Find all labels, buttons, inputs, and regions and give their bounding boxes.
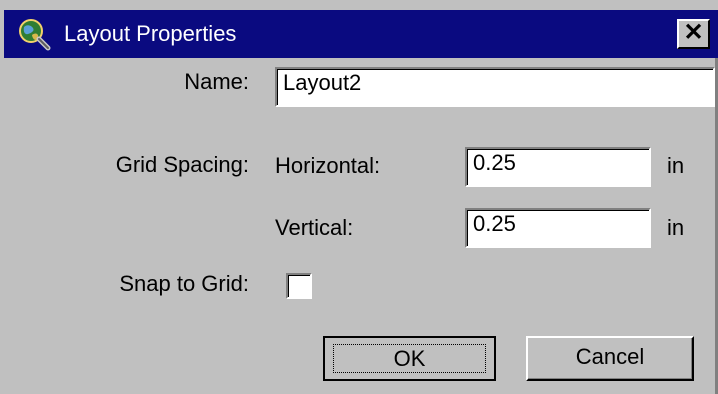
- ok-button[interactable]: OK: [323, 336, 496, 381]
- ok-label: OK: [333, 344, 486, 373]
- cancel-button[interactable]: Cancel: [526, 336, 694, 381]
- close-icon: ✕: [683, 19, 704, 46]
- layout-properties-dialog: Layout Properties ✕ Name: Layout2 Grid S…: [0, 0, 718, 394]
- globe-magnifier-icon: [19, 19, 51, 51]
- close-button[interactable]: ✕: [677, 19, 710, 49]
- name-label: Name:: [184, 69, 249, 94]
- title-bar[interactable]: Layout Properties ✕: [4, 10, 718, 58]
- vertical-unit: in: [667, 215, 685, 240]
- vertical-field[interactable]: 0.25: [465, 208, 651, 248]
- dialog-title: Layout Properties: [64, 21, 237, 46]
- horizontal-field[interactable]: 0.25: [465, 147, 651, 187]
- name-field[interactable]: Layout2: [275, 67, 715, 107]
- grid-spacing-label: Grid Spacing:: [115, 152, 249, 177]
- horizontal-unit: in: [667, 153, 685, 178]
- snap-to-grid-label: Snap to Grid:: [119, 271, 249, 296]
- vertical-label: Vertical:: [275, 215, 354, 240]
- snap-to-grid-checkbox[interactable]: [286, 273, 312, 299]
- horizontal-label: Horizontal:: [275, 153, 381, 178]
